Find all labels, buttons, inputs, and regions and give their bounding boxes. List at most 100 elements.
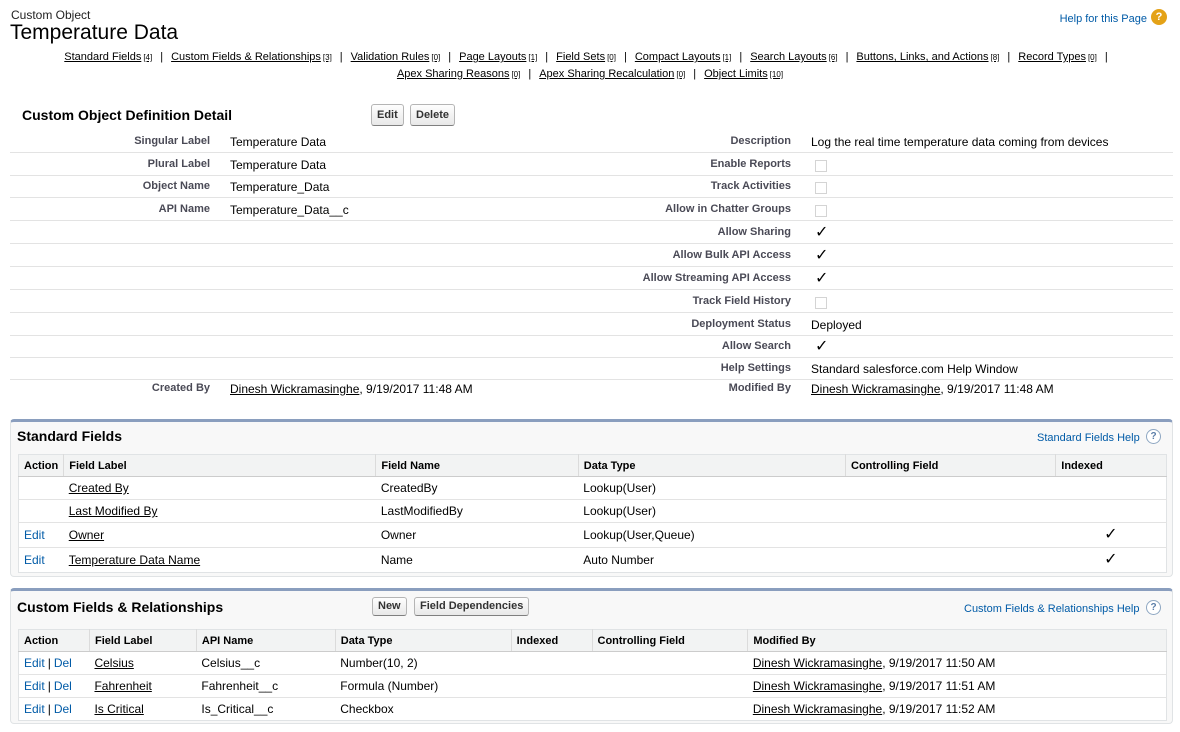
modified-by-user-link[interactable]: Dinesh Wickramasinghe	[811, 382, 940, 396]
action-separator: |	[47, 679, 51, 693]
field-label-link[interactable]: Owner	[69, 528, 104, 542]
controlling-field-cell	[592, 698, 748, 721]
column-header[interactable]: Controlling Field	[844, 454, 1056, 477]
field-label-cell: Celsius	[89, 651, 197, 675]
edit-link[interactable]: Edit	[24, 679, 45, 693]
detail-field-label: Object Name	[142, 180, 210, 192]
related-link-count: [1]	[528, 53, 538, 62]
related-link[interactable]: Standard Fields [4]	[64, 51, 152, 63]
column-header[interactable]: Field Name	[375, 454, 579, 477]
indexed-cell	[1055, 499, 1167, 523]
column-header[interactable]: Controlling Field	[591, 629, 748, 652]
standard-fields-help-link[interactable]: Standard Fields Help	[1037, 432, 1140, 444]
column-header[interactable]: Modified By	[747, 629, 1167, 652]
edit-button[interactable]: Edit	[371, 104, 404, 126]
column-header[interactable]: Indexed	[510, 629, 593, 652]
related-link[interactable]: Search Layouts [6]	[750, 51, 837, 63]
field-dependencies-button[interactable]: Field Dependencies	[414, 597, 530, 616]
detail-row: Enable Reports Plural Label Temperature Da…	[10, 153, 1173, 176]
help-icon[interactable]: ?	[1151, 9, 1167, 25]
help-icon[interactable]: ?	[1146, 429, 1161, 444]
standard-fields-table: Action Field Label Field Name Data Type Cont…	[18, 454, 1167, 573]
related-link-label: Apex Sharing Reasons	[396, 68, 510, 80]
data-type-cell: Lookup(User)	[578, 476, 846, 500]
column-header[interactable]: Indexed	[1055, 454, 1167, 477]
related-link[interactable]: Validation Rules [0]	[351, 51, 441, 63]
field-label-link[interactable]: Fahrenheit	[94, 679, 151, 693]
related-link-label: Apex Sharing Recalculation	[539, 68, 675, 80]
related-link[interactable]: Apex Sharing Reasons [0]	[397, 68, 520, 80]
related-link[interactable]: Apex Sharing Recalculation [0]	[539, 68, 685, 80]
column-header[interactable]: API Name	[195, 629, 336, 652]
modified-by-user-link[interactable]: Dinesh Wickramasinghe	[753, 702, 882, 716]
related-link[interactable]: Object Limits [10]	[704, 68, 783, 80]
column-header[interactable]: Data Type	[334, 629, 512, 652]
related-link-label: Standard Fields	[64, 51, 142, 63]
created-by-date: , 9/19/2017 11:48 AM	[359, 382, 473, 396]
delete-link[interactable]: Del	[54, 702, 72, 716]
unchecked-box	[815, 205, 827, 217]
help-for-this-page-link[interactable]: Help for this Page	[1060, 13, 1147, 25]
unchecked-box	[815, 160, 827, 172]
column-header[interactable]: Action	[18, 629, 90, 652]
detail-row: Deployment Status Deployed	[10, 313, 1173, 336]
detail-field-value: Temperature Data	[230, 135, 327, 149]
api-name-cell: Fahrenheit__c	[196, 674, 336, 698]
created-by-value: Dinesh Wickramasinghe, 9/19/2017 11:48 A…	[230, 382, 473, 396]
related-link[interactable]: Custom Fields & Relationships [3]	[171, 51, 332, 63]
field-label-cell: Created By	[63, 476, 376, 500]
detail-field-value: Temperature_Data__c	[230, 203, 349, 217]
related-link-count: [0]	[1087, 53, 1097, 62]
checked-icon: ✓	[815, 224, 829, 241]
detail-field-label: Deployment Status	[691, 318, 791, 330]
detail-row: Allow Search ✓	[10, 335, 1173, 358]
field-label-link[interactable]: Temperature Data Name	[69, 553, 200, 567]
detail-row: Allow Sharing ✓	[10, 221, 1173, 244]
modified-by-user-link[interactable]: Dinesh Wickramasinghe	[753, 656, 882, 670]
delete-link[interactable]: Del	[54, 656, 72, 670]
new-field-button[interactable]: New	[372, 597, 407, 616]
modified-date: , 9/19/2017 11:51 AM	[882, 679, 996, 693]
checked-icon: ✓	[815, 247, 829, 264]
field-label-link[interactable]: Last Modified By	[69, 504, 158, 518]
related-link[interactable]: Record Types [0]	[1018, 51, 1097, 63]
detail-field-value: Deployed	[811, 318, 862, 332]
column-header[interactable]: Field Label	[88, 629, 197, 652]
related-link-count: [3]	[322, 53, 332, 62]
edit-link[interactable]: Edit	[24, 553, 45, 567]
detail-field-value: Standard salesforce.com Help Window	[811, 362, 1018, 376]
delete-button[interactable]: Delete	[410, 104, 456, 126]
detail-field-label: Allow in Chatter Groups	[665, 203, 791, 215]
controlling-field-cell	[592, 651, 748, 675]
edit-link[interactable]: Edit	[24, 702, 45, 716]
help-icon[interactable]: ?	[1146, 600, 1161, 615]
field-name-cell: Name	[380, 553, 413, 567]
related-link[interactable]: Compact Layouts [1]	[635, 51, 732, 63]
custom-fields-help-link[interactable]: Custom Fields & Relationships Help	[964, 603, 1139, 615]
field-label-link[interactable]: Celsius	[94, 656, 133, 670]
detail-field-value: Log the real time temperature data comin…	[811, 135, 1109, 149]
modified-by-user-link[interactable]: Dinesh Wickramasinghe	[753, 679, 882, 693]
related-link[interactable]: Buttons, Links, and Actions [8]	[856, 51, 999, 63]
detail-field-value: Temperature_Data	[230, 180, 330, 194]
detail-field-label: Allow Sharing	[717, 226, 791, 238]
delete-link[interactable]: Del	[54, 679, 72, 693]
related-link[interactable]: Field Sets [0]	[556, 51, 616, 63]
created-by-user-link[interactable]: Dinesh Wickramasinghe	[230, 382, 359, 396]
related-link-label: Buttons, Links, and Actions	[856, 51, 989, 63]
edit-link[interactable]: Edit	[24, 656, 45, 670]
column-header[interactable]: Field Label	[63, 454, 376, 477]
column-header[interactable]: Data Type	[577, 454, 846, 477]
indexed-cell	[511, 674, 593, 698]
field-label-link[interactable]: Is Critical	[94, 702, 143, 716]
column-header[interactable]: Action	[18, 454, 64, 477]
field-label-link[interactable]: Created By	[69, 481, 129, 495]
field-label-cell: Fahrenheit	[89, 674, 197, 698]
related-links-row-1: Standard Fields [4] | Custom Fields & Relat…	[0, 49, 1180, 66]
indexed-cell	[1055, 476, 1167, 500]
edit-link[interactable]: Edit	[24, 528, 45, 542]
data-type-cell: Lookup(User,Queue)	[578, 522, 846, 548]
related-link-label: Validation Rules	[350, 51, 430, 63]
related-link[interactable]: Page Layouts [1]	[459, 51, 537, 63]
indexed-cell: ✓	[1055, 522, 1167, 548]
